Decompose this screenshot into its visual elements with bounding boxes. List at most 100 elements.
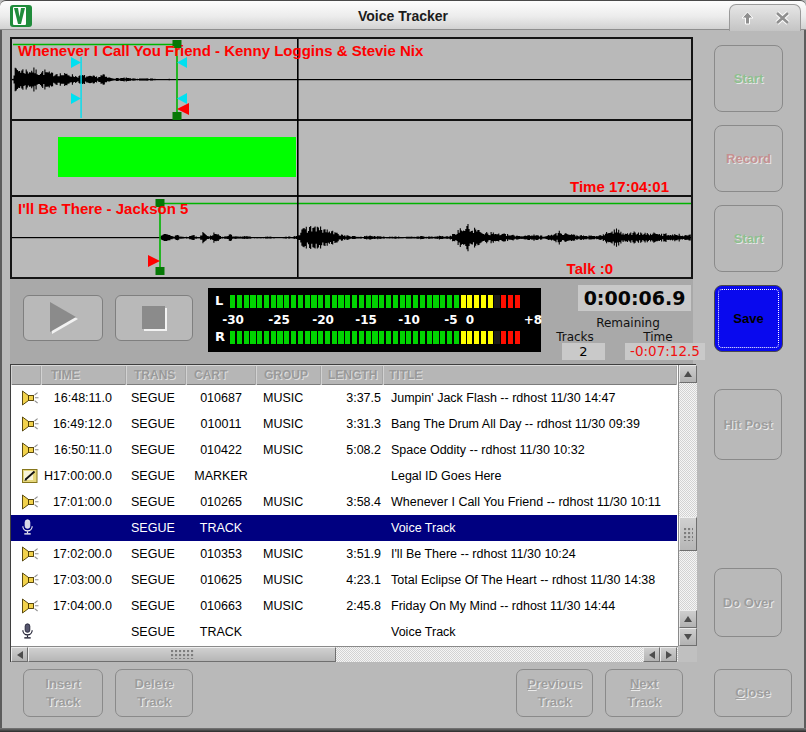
cell-time: 16:48:11.0 <box>41 385 126 411</box>
waveform-editor[interactable]: Whenever I Call You Friend - Kenny Loggi… <box>10 37 693 279</box>
cell-length: 4:23.1 <box>321 567 383 593</box>
meter-left-label: L <box>215 293 223 308</box>
log-row[interactable]: 17:04:00.0SEGUE010663MUSIC2:45.8Friday O… <box>11 593 677 619</box>
titlebar[interactable]: Voice Tracker <box>0 0 806 30</box>
vertical-scrollbar[interactable] <box>678 365 697 646</box>
log-row[interactable]: 17:03:00.0SEGUE010625MUSIC4:23.1Total Ec… <box>11 567 677 593</box>
log-row[interactable]: 17:02:00.0SEGUE010353MUSIC3:51.9I'll Be … <box>11 541 677 567</box>
meter-segment <box>264 295 269 308</box>
horizontal-scrollbar[interactable] <box>11 646 678 662</box>
delete-track-button[interactable]: DeleteTrack <box>115 669 193 717</box>
window-title: Voice Tracker <box>0 1 806 31</box>
scroll-down-button[interactable] <box>679 628 697 646</box>
save-button[interactable]: Save <box>714 285 783 352</box>
cell-cart: 010353 <box>186 541 256 567</box>
column-header-cart[interactable]: CART <box>186 366 256 385</box>
meter-segment <box>359 295 364 308</box>
meter-segment <box>474 331 479 344</box>
cell-trans: SEGUE <box>126 567 186 593</box>
insert-track-button[interactable]: InsertTrack <box>23 669 103 717</box>
cell-title: Voice Track <box>389 619 677 645</box>
talk-time-label: Talk :0 <box>567 260 613 277</box>
meter-segment <box>474 295 479 308</box>
column-header-group[interactable]: GROUP <box>256 366 321 385</box>
log-row[interactable]: 17:01:00.0SEGUE010265MUSIC3:58.4Whenever… <box>11 489 677 515</box>
speaker-icon <box>21 415 40 433</box>
speaker-icon <box>21 389 40 407</box>
start-button-2[interactable]: Start <box>714 205 783 272</box>
play-button[interactable] <box>23 295 103 341</box>
meter-segment <box>352 331 357 344</box>
previous-track-button[interactable]: PreviousTrack <box>516 669 593 717</box>
close-button[interactable]: Close <box>714 669 792 717</box>
column-header-trans[interactable]: TRANS <box>126 366 186 385</box>
do-over-button[interactable]: Do Over <box>714 568 782 637</box>
next-track-button[interactable]: NextTrack <box>605 669 683 717</box>
cell-title: Friday On My Mind -- rdhost 11/30 14:44 <box>389 593 677 619</box>
cell-group: MUSIC <box>256 437 321 463</box>
log-row[interactable]: 16:49:12.0SEGUE010011MUSIC3:31.3Bang The… <box>11 411 677 437</box>
speaker-icon <box>21 571 40 589</box>
meter-segment <box>420 295 425 308</box>
close-button[interactable] <box>775 11 790 25</box>
meter-segment <box>284 295 289 308</box>
meter-segment <box>427 331 432 344</box>
meter-segment <box>494 331 499 344</box>
horizontal-scroll-thumb[interactable] <box>28 647 336 662</box>
waveform-display[interactable] <box>12 39 691 277</box>
column-header-icon[interactable] <box>11 366 41 385</box>
log-row[interactable]: 16:48:11.0SEGUE010687MUSIC3:37.5Jumpin' … <box>11 385 677 411</box>
remaining-label: Remaining <box>580 316 676 330</box>
meter-segment <box>244 331 249 344</box>
speaker-icon <box>21 441 40 459</box>
cell-time: 17:02:00.0 <box>41 541 126 567</box>
vertical-scroll-thumb[interactable] <box>679 517 697 551</box>
meter-segment <box>372 295 377 308</box>
cell-title: Voice Track <box>389 515 677 541</box>
record-button[interactable]: Record <box>714 125 783 192</box>
meter-segment <box>440 331 445 344</box>
scroll-left-button-2[interactable] <box>643 647 660 662</box>
record-region[interactable] <box>58 137 296 177</box>
log-row[interactable]: H17:00:00.0SEGUEMARKERLegal ID Goes Here <box>11 463 677 489</box>
column-header-length[interactable]: LENGTH <box>321 366 383 385</box>
play-icon <box>45 300 81 336</box>
hit-post-button[interactable]: Hit Post <box>714 389 782 460</box>
meter-segment <box>481 331 486 344</box>
log-row-selected[interactable]: SEGUETRACKVoice Track <box>11 515 677 541</box>
shade-button[interactable] <box>740 11 755 25</box>
stop-button[interactable] <box>115 295 193 341</box>
cell-time: 17:01:00.0 <box>41 489 126 515</box>
log-row[interactable]: 16:50:11.0SEGUE010422MUSIC5:08.2Space Od… <box>11 437 677 463</box>
meter-segment <box>467 295 472 308</box>
titlebar-buttons <box>729 4 801 31</box>
meter-segment <box>338 295 343 308</box>
scroll-up-button[interactable] <box>679 365 697 383</box>
meter-segment <box>237 331 242 344</box>
meter-segment <box>284 331 289 344</box>
cell-title: Space Oddity -- rdhost 11/30 10:32 <box>389 437 677 463</box>
cell-title: Legal ID Goes Here <box>389 463 677 489</box>
meter-segment <box>257 295 262 308</box>
scroll-right-button[interactable] <box>660 647 677 662</box>
track3-start-marker[interactable] <box>148 255 160 267</box>
wall-clock-label: Time 17:04:01 <box>570 178 669 195</box>
cell-trans: SEGUE <box>126 541 186 567</box>
cell-cart: 010011 <box>186 411 256 437</box>
column-header-title[interactable]: TITLE <box>383 366 677 385</box>
log-row[interactable]: SEGUETRACKVoice Track <box>11 619 677 645</box>
remaining-tracks-label: Tracks <box>550 330 600 344</box>
cell-group <box>256 463 321 489</box>
meter-segment <box>352 295 357 308</box>
cell-trans: SEGUE <box>126 489 186 515</box>
scroll-left-button[interactable] <box>11 647 28 662</box>
meter-segment <box>393 331 398 344</box>
meter-segment <box>461 331 466 344</box>
column-header-time[interactable]: TIME <box>41 366 126 385</box>
meter-segment <box>250 331 255 344</box>
scroll-up-button-2[interactable] <box>679 610 697 628</box>
meter-segment <box>325 331 330 344</box>
start-button-1[interactable]: Start <box>714 45 783 112</box>
cell-trans: SEGUE <box>126 515 186 541</box>
window-frame-left <box>0 30 2 732</box>
